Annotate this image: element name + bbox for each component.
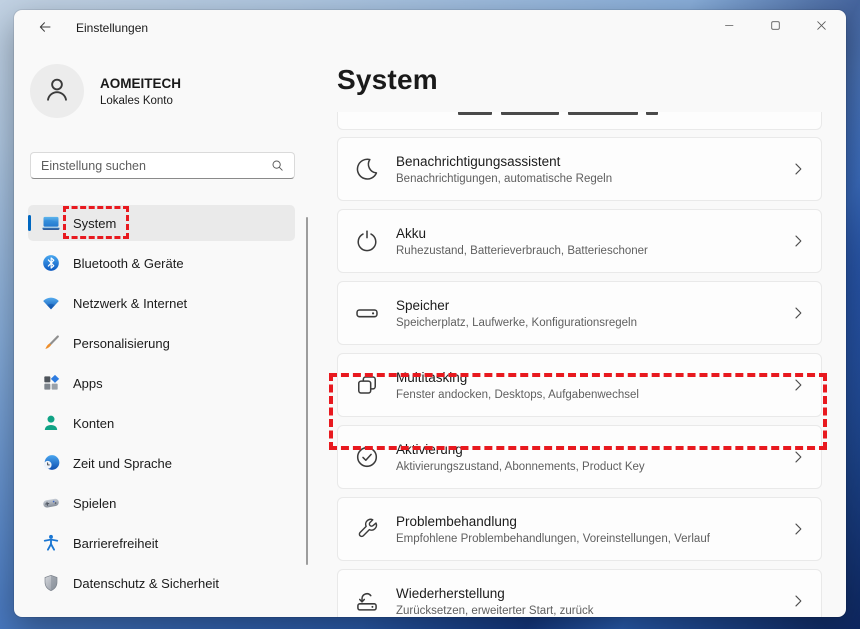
page-title: System <box>337 64 438 96</box>
chevron-right-icon <box>789 448 807 466</box>
account-name: AOMEITECH <box>100 76 181 91</box>
sidebar-item-label: Personalisierung <box>73 336 170 351</box>
settings-card-list: Benachrichtigungsassistent Benachrichtigu… <box>337 112 822 617</box>
card-title: Wiederherstellung <box>396 586 593 601</box>
settings-card-benachrichtigungsassistent[interactable]: Benachrichtigungsassistent Benachrichtigu… <box>337 137 822 201</box>
power-icon <box>354 228 380 254</box>
sidebar-item-spielen[interactable]: Spielen <box>28 485 295 521</box>
wifi-icon <box>41 293 61 313</box>
time-icon <box>41 453 61 473</box>
apps-icon <box>41 373 61 393</box>
card-title: Benachrichtigungsassistent <box>396 154 612 169</box>
sidebar-item-bluetooth-geräte[interactable]: Bluetooth & Geräte <box>28 245 295 281</box>
sidebar-item-datenschutz-sicherheit[interactable]: Datenschutz & Sicherheit <box>28 565 295 601</box>
card-subtitle: Speicherplatz, Laufwerke, Konfigurations… <box>396 317 637 329</box>
card-subtitle: Empfohlene Problembehandlungen, Voreinst… <box>396 533 710 545</box>
back-button[interactable] <box>30 17 60 41</box>
search-box <box>30 152 295 179</box>
account-type: Lokales Konto <box>100 95 181 107</box>
card-subtitle: Ruhezustand, Batterieverbrauch, Batterie… <box>396 245 648 257</box>
sidebar-item-netzwerk-internet[interactable]: Netzwerk & Internet <box>28 285 295 321</box>
minimize-icon <box>723 19 736 37</box>
accessibility-icon <box>41 533 61 553</box>
close-button[interactable] <box>798 10 844 46</box>
settings-window: Einstellungen AOMEITECH Lokales Konto Sy… <box>14 10 846 617</box>
sidebar-item-label: Bluetooth & Geräte <box>73 256 184 271</box>
accounts-icon <box>41 413 61 433</box>
check-circle-icon <box>354 444 380 470</box>
chevron-right-icon <box>789 592 807 610</box>
multitask-icon <box>354 372 380 398</box>
card-title: Problembehandlung <box>396 514 710 529</box>
sidebar-nav: System Bluetooth & Geräte Netzwerk & Inter… <box>28 205 295 605</box>
sidebar-item-label: System <box>73 216 116 231</box>
chevron-right-icon <box>789 232 807 250</box>
maximize-button[interactable] <box>752 10 798 46</box>
bluetooth-icon <box>41 253 61 273</box>
close-icon <box>815 19 828 37</box>
card-title: Aktivierung <box>396 442 645 457</box>
search-input[interactable] <box>31 159 270 173</box>
brush-icon <box>41 333 61 353</box>
moon-icon <box>354 156 380 182</box>
sidebar-item-personalisierung[interactable]: Personalisierung <box>28 325 295 361</box>
settings-card-multitasking[interactable]: Multitasking Fenster andocken, Desktops, … <box>337 353 822 417</box>
recovery-icon <box>354 588 380 614</box>
account-header[interactable]: AOMEITECH Lokales Konto <box>30 64 181 118</box>
maximize-icon <box>769 19 782 37</box>
settings-card-partial[interactable] <box>337 112 822 130</box>
sidebar-item-system[interactable]: System <box>28 205 295 241</box>
chevron-right-icon <box>789 304 807 322</box>
sidebar-item-barrierefreiheit[interactable]: Barrierefreiheit <box>28 525 295 561</box>
card-subtitle: Benachrichtigungen, automatische Regeln <box>396 173 612 185</box>
window-title: Einstellungen <box>76 21 148 35</box>
person-icon <box>42 74 72 109</box>
sidebar-item-label: Spielen <box>73 496 116 511</box>
privacy-icon <box>41 573 61 593</box>
card-subtitle: Aktivierungszustand, Abonnements, Produc… <box>396 461 645 473</box>
sidebar-item-label: Datenschutz & Sicherheit <box>73 576 219 591</box>
sidebar-item-label: Barrierefreiheit <box>73 536 158 551</box>
chevron-right-icon <box>789 520 807 538</box>
card-title: Speicher <box>396 298 637 313</box>
search-icon <box>270 158 285 173</box>
sidebar-item-label: Apps <box>73 376 103 391</box>
sidebar-item-label: Konten <box>73 416 114 431</box>
settings-card-akku[interactable]: Akku Ruhezustand, Batterieverbrauch, Batt… <box>337 209 822 273</box>
card-subtitle: Zurücksetzen, erweiterter Start, zurück <box>396 605 593 617</box>
sidebar-scrollbar[interactable] <box>306 217 308 565</box>
back-arrow-icon <box>37 19 53 40</box>
card-title: Akku <box>396 226 648 241</box>
selected-indicator <box>28 215 31 231</box>
settings-card-problembehandlung[interactable]: Problembehandlung Empfohlene Problembehan… <box>337 497 822 561</box>
system-icon <box>41 213 61 233</box>
settings-card-aktivierung[interactable]: Aktivierung Aktivierungszustand, Abonneme… <box>337 425 822 489</box>
wrench-icon <box>354 516 380 542</box>
card-title: Multitasking <box>396 370 639 385</box>
caption-controls <box>706 10 844 46</box>
settings-card-wiederherstellung[interactable]: Wiederherstellung Zurücksetzen, erweitert… <box>337 569 822 617</box>
chevron-right-icon <box>789 376 807 394</box>
sidebar-item-apps[interactable]: Apps <box>28 365 295 401</box>
sidebar-item-konten[interactable]: Konten <box>28 405 295 441</box>
titlebar: Einstellungen <box>14 10 846 46</box>
sidebar-item-label: Netzwerk & Internet <box>73 296 187 311</box>
games-icon <box>41 493 61 513</box>
settings-card-speicher[interactable]: Speicher Speicherplatz, Laufwerke, Konfig… <box>337 281 822 345</box>
minimize-button[interactable] <box>706 10 752 46</box>
sidebar-item-zeit-und-sprache[interactable]: Zeit und Sprache <box>28 445 295 481</box>
chevron-right-icon <box>789 160 807 178</box>
card-subtitle: Fenster andocken, Desktops, Aufgabenwech… <box>396 389 639 401</box>
sidebar-item-label: Zeit und Sprache <box>73 456 172 471</box>
avatar <box>30 64 84 118</box>
sidebar: AOMEITECH Lokales Konto System Bluetooth … <box>14 46 330 617</box>
drive-icon <box>354 300 380 326</box>
